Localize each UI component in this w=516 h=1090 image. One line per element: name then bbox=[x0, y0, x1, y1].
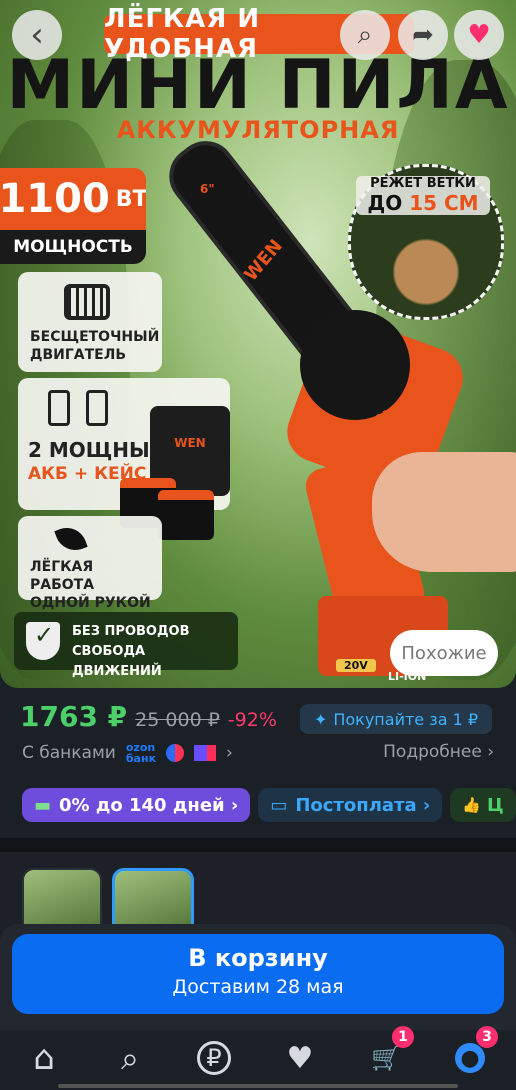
share-button[interactable]: ➦ bbox=[398, 10, 448, 60]
feature-batteries-line1: 2 МОЩНЫХ bbox=[28, 438, 166, 462]
basket-icon: 🛒 bbox=[371, 1044, 401, 1072]
banks-label: С банками bbox=[22, 743, 116, 763]
thumbs-up-icon: 👍 bbox=[462, 796, 481, 814]
leaf-icon bbox=[54, 522, 88, 556]
postpay-chip[interactable]: ▭ Постоплата › bbox=[258, 788, 443, 822]
feature-one-hand-card: ЛЁГКАЯ РАБОТА ОДНОЙ РУКОЙ bbox=[18, 516, 162, 611]
power-unit: ВТ bbox=[115, 186, 146, 212]
home-indicator bbox=[58, 1084, 458, 1088]
profile-badge: 3 bbox=[476, 1026, 498, 1048]
feature-brushless-text: БЕСЩЕТОЧНЫЙ ДВИГАТЕЛЬ bbox=[30, 329, 160, 363]
old-price: 25 000 ₽ bbox=[135, 709, 220, 731]
cart-count-badge: 1 bbox=[392, 1026, 414, 1048]
back-button[interactable]: ‹ bbox=[12, 10, 62, 60]
tab-home[interactable]: ⌂ bbox=[14, 1038, 74, 1078]
motor-icon bbox=[64, 284, 110, 320]
chevron-left-icon: ‹ bbox=[30, 15, 44, 55]
shield-check-icon bbox=[26, 622, 60, 660]
payment-chips: ▬ 0% до 140 дней › ▭ Постоплата › 👍 Ц bbox=[22, 788, 516, 822]
tab-cart[interactable]: 🛒 1 bbox=[356, 1026, 416, 1078]
chevron-right-icon: › bbox=[226, 743, 233, 763]
battery-icon bbox=[86, 390, 108, 426]
bank-logo-icon bbox=[166, 744, 185, 762]
favorite-button[interactable]: ♥ bbox=[454, 10, 504, 60]
cut-capacity-prefix: ДО bbox=[367, 191, 403, 215]
tab-search[interactable]: ⌕ bbox=[100, 1038, 160, 1078]
profile-icon: ● bbox=[455, 1043, 485, 1073]
ozon-bank-logo: ozon банк bbox=[126, 742, 156, 764]
heart-icon: ♥ bbox=[467, 20, 491, 50]
card-icon: ▭ bbox=[270, 794, 288, 816]
cut-capacity-line1: РЕЖЕТ ВЕТКИ bbox=[370, 176, 476, 191]
power-badge: 1100 ВТ МОЩНОСТЬ bbox=[0, 168, 146, 264]
promo-chip[interactable]: 👍 Ц bbox=[450, 788, 516, 822]
home-icon: ⌂ bbox=[33, 1038, 55, 1078]
discount-percent: -92% bbox=[227, 709, 277, 731]
bar-size-label: 6" bbox=[200, 182, 215, 196]
cordless-line2: СВОБОДА ДВИЖЕНИЙ bbox=[72, 644, 162, 679]
heart-icon: ♥ bbox=[286, 1040, 314, 1076]
promo-chip-label: Ц bbox=[486, 794, 504, 816]
share-icon: ➦ bbox=[412, 20, 434, 50]
cordless-text: БЕЗ ПРОВОДОВ СВОБОДА ДВИЖЕНИЙ bbox=[72, 622, 238, 682]
ozon-bank-logo-line2: банк bbox=[125, 752, 157, 765]
battery-image bbox=[158, 490, 214, 540]
tab-profile[interactable]: ● 3 bbox=[440, 1026, 500, 1078]
search-button[interactable]: ⌕ bbox=[340, 10, 390, 60]
hero-title: МИНИ ПИЛА bbox=[6, 46, 510, 125]
delivery-date: Доставим 28 мая bbox=[172, 976, 344, 998]
price-row: 1763 ₽ 25 000 ₽ -92% bbox=[20, 700, 277, 736]
battery-voltage-label: 20V bbox=[336, 659, 376, 672]
search-icon: ⌕ bbox=[357, 19, 373, 50]
cordless-line1: БЕЗ ПРОВОДОВ bbox=[72, 624, 190, 639]
details-link[interactable]: Подробнее › bbox=[383, 742, 494, 762]
bottom-tab-bar: ⌂ ⌕ ₽ ♥ 🛒 1 ● 3 bbox=[0, 1026, 516, 1090]
add-to-cart-label: В корзину bbox=[188, 944, 328, 972]
power-number: 1100 bbox=[0, 176, 110, 222]
tab-finance[interactable]: ₽ bbox=[184, 1038, 244, 1078]
similar-button[interactable]: Похожие bbox=[390, 630, 498, 676]
product-hero-image[interactable]: ЛЁГКАЯ И УДОБНАЯ МИНИ ПИЛА АККУМУЛЯТОРНА… bbox=[0, 0, 516, 688]
hero-subtitle: АККУМУЛЯТОРНАЯ bbox=[116, 116, 400, 144]
installment-chip[interactable]: ▬ 0% до 140 дней › bbox=[22, 788, 251, 822]
cut-capacity-line2: ДО 15 СМ bbox=[356, 191, 490, 215]
card-icon: ▬ bbox=[34, 794, 52, 816]
power-value: 1100 ВТ bbox=[0, 168, 146, 230]
feature-brushless-card: БЕСЩЕТОЧНЫЙ ДВИГАТЕЛЬ bbox=[18, 272, 162, 372]
tab-favorites[interactable]: ♥ bbox=[270, 1038, 330, 1078]
power-label: МОЩНОСТЬ bbox=[0, 230, 146, 264]
feature-one-hand-text: ЛЁГКАЯ РАБОТА ОДНОЙ РУКОЙ bbox=[30, 559, 151, 611]
section-divider bbox=[0, 838, 516, 852]
search-icon: ⌕ bbox=[121, 1038, 139, 1077]
current-price: 1763 ₽ bbox=[20, 700, 128, 733]
battery-icon bbox=[48, 390, 70, 426]
installment-chip-label: 0% до 140 дней › bbox=[59, 794, 239, 816]
bank-logo-icon bbox=[194, 745, 217, 761]
ruble-icon: ₽ bbox=[197, 1041, 231, 1075]
hand-image bbox=[372, 452, 516, 572]
postpay-chip-label: Постоплата › bbox=[295, 794, 431, 816]
buy-for-1-ruble-label: Покупайте за 1 ₽ bbox=[333, 709, 479, 729]
cordless-badge: БЕЗ ПРОВОДОВ СВОБОДА ДВИЖЕНИЙ bbox=[14, 612, 238, 679]
sparkle-icon: ✦ bbox=[313, 709, 328, 729]
buy-for-1-ruble-button[interactable]: ✦ Покупайте за 1 ₽ bbox=[300, 704, 492, 734]
cut-capacity-label: РЕЖЕТ ВЕТКИ ДО 15 СМ bbox=[356, 176, 490, 215]
cut-capacity-value: 15 СМ bbox=[409, 191, 479, 215]
add-to-cart-button[interactable]: В корзину Доставим 28 мая bbox=[12, 934, 504, 1014]
bank-offers[interactable]: С банками ozon банк › bbox=[22, 742, 233, 764]
